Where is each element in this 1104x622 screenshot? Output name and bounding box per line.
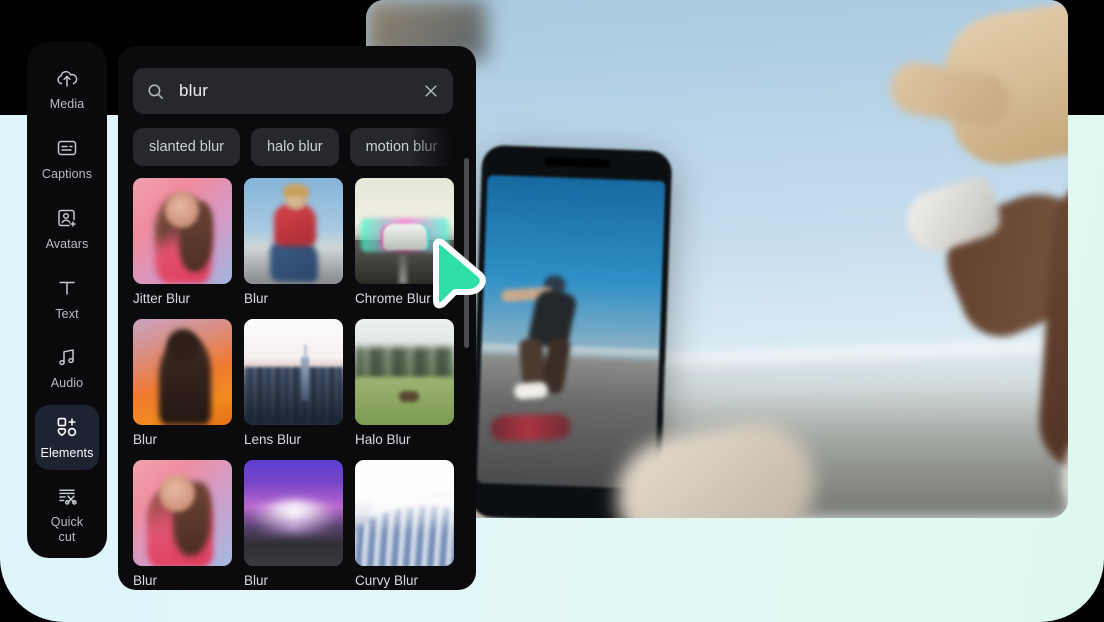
- sidebar-item-media[interactable]: Media: [35, 56, 99, 122]
- result-label: Blur: [244, 573, 269, 588]
- preview-phone-screen: [476, 174, 666, 490]
- sidebar-item-label: Quick cut: [50, 515, 84, 545]
- preview-skater: [886, 0, 1068, 518]
- avatar-add-icon: [54, 205, 80, 231]
- sidebar-item-label: Captions: [41, 167, 93, 182]
- result-item[interactable]: Lens Blur: [244, 319, 343, 447]
- result-thumbnail: [133, 319, 232, 425]
- suggestion-chips: slanted blur halo blur motion blur: [133, 128, 476, 166]
- result-label: Lens Blur: [244, 432, 302, 447]
- result-thumbnail: [355, 319, 454, 425]
- sidebar-item-label: Elements: [40, 445, 94, 460]
- results-grid: Jitter Blur Blur Chrome Blur Blur Lens B…: [133, 178, 463, 588]
- result-item[interactable]: Chrome Blur: [355, 178, 454, 306]
- suggestion-chip[interactable]: halo blur: [250, 128, 339, 166]
- result-item[interactable]: Blur: [244, 460, 343, 588]
- result-thumbnail: [133, 460, 232, 566]
- result-label: Halo Blur: [355, 432, 411, 447]
- result-item[interactable]: Blur: [133, 460, 232, 588]
- result-item[interactable]: Halo Blur: [355, 319, 454, 447]
- result-item[interactable]: Curvy Blur: [355, 460, 454, 588]
- sidebar-item-label: Text: [55, 306, 79, 321]
- text-t-icon: [54, 275, 80, 301]
- result-item[interactable]: Blur: [244, 178, 343, 306]
- close-x-icon[interactable]: [422, 82, 440, 100]
- result-thumbnail: [355, 460, 454, 566]
- quick-cut-scissors-icon: [54, 483, 80, 509]
- sidebar-item-label: Media: [49, 97, 85, 112]
- elements-search-panel: blur slanted blur halo blur motion blur …: [118, 46, 476, 590]
- result-thumbnail: [244, 319, 343, 425]
- result-label: Blur: [133, 573, 158, 588]
- sidebar-item-quick-cut[interactable]: Quick cut: [35, 474, 99, 554]
- sidebar-item-audio[interactable]: Audio: [35, 335, 99, 401]
- cloud-upload-icon: [54, 65, 80, 91]
- result-label: Jitter Blur: [133, 291, 191, 306]
- result-thumbnail: [244, 178, 343, 284]
- suggestion-chip[interactable]: motion blur: [349, 128, 454, 166]
- sidebar-item-label: Avatars: [45, 236, 89, 251]
- shapes-grid-icon: [54, 414, 80, 440]
- suggestion-chip[interactable]: slanted blur: [133, 128, 240, 166]
- sidebar-item-avatars[interactable]: Avatars: [35, 195, 99, 261]
- search-bar[interactable]: blur: [133, 68, 453, 114]
- search-input[interactable]: blur: [179, 81, 422, 101]
- result-label: Blur: [133, 432, 158, 447]
- captions-icon: [54, 135, 80, 161]
- result-thumbnail: [133, 178, 232, 284]
- screenshot-stage: Media Captions Avatars Text Audio Elemen…: [0, 0, 1104, 622]
- result-label: Blur: [244, 291, 269, 306]
- result-item[interactable]: Jitter Blur: [133, 178, 232, 306]
- left-sidebar: Media Captions Avatars Text Audio Elemen…: [27, 42, 107, 558]
- result-label: Chrome Blur: [355, 291, 431, 306]
- sidebar-item-elements[interactable]: Elements: [35, 404, 99, 471]
- sidebar-item-label: Audio: [50, 376, 84, 391]
- sidebar-item-captions[interactable]: Captions: [35, 126, 99, 192]
- music-note-icon: [54, 344, 80, 370]
- results-scrollbar[interactable]: [464, 158, 469, 348]
- result-thumbnail: [355, 178, 454, 284]
- result-label: Curvy Blur: [355, 573, 419, 588]
- sidebar-item-text[interactable]: Text: [35, 265, 99, 331]
- result-thumbnail: [244, 460, 343, 566]
- result-item[interactable]: Blur: [133, 319, 232, 447]
- search-icon: [146, 82, 165, 101]
